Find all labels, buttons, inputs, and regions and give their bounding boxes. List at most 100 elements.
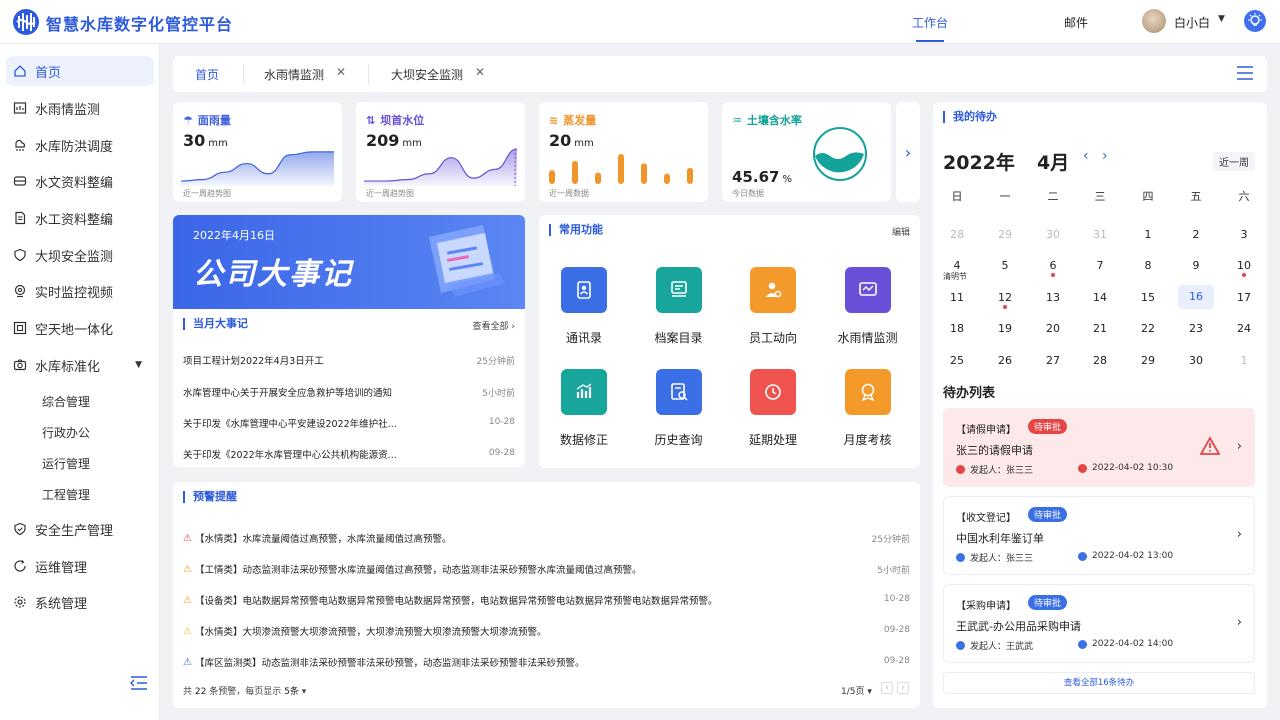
calendar-day[interactable]: 12: [987, 291, 1023, 304]
calendar-day[interactable]: 22: [1130, 322, 1166, 335]
recent-week-button[interactable]: 近一周: [1213, 152, 1255, 171]
calendar-day[interactable]: 8: [1130, 259, 1166, 272]
calendar-day[interactable]: 28: [1082, 354, 1118, 367]
sidebar-item-standardization[interactable]: 水库标准化 ▼: [6, 350, 154, 380]
calendar-day[interactable]: 18: [939, 322, 975, 335]
tab-home[interactable]: 首页: [195, 66, 219, 83]
calendar-day[interactable]: 14: [1082, 291, 1118, 304]
close-icon[interactable]: ✕: [336, 65, 346, 79]
sidebar-item-space-ground[interactable]: 空天地一体化: [6, 313, 154, 343]
calendar-day[interactable]: 30: [1035, 228, 1071, 241]
calendar-day[interactable]: 11: [939, 291, 975, 304]
calendar-day[interactable]: 1: [1130, 228, 1166, 241]
sidebar-item-video[interactable]: 实时监控视频: [6, 276, 154, 306]
function-archive[interactable]: 档案目录: [634, 267, 724, 346]
nav-workbench[interactable]: 工作台: [912, 14, 948, 31]
calendar-day[interactable]: 9: [1178, 259, 1214, 272]
event-item[interactable]: 项目工程计划2022年4月3日开工: [183, 353, 403, 367]
sidebar-item-hydro-data[interactable]: 水文资料整编: [6, 166, 154, 196]
user-name[interactable]: 白小白: [1174, 14, 1210, 31]
calendar-day[interactable]: 21: [1082, 322, 1118, 335]
calendar-day[interactable]: 1: [1226, 354, 1262, 367]
todo-item[interactable]: 【请假申请】 待审批 张三的请假申请 发起人：张三三 2022-04-02 10:30 ›: [943, 408, 1255, 487]
events-view-all-link[interactable]: 查看全部 ›: [473, 319, 515, 332]
calendar-day[interactable]: 17: [1226, 291, 1262, 304]
function-monitor[interactable]: 水雨情监测: [823, 267, 913, 346]
chevron-right-icon[interactable]: ›: [1102, 148, 1108, 164]
tab-dam-safety[interactable]: 大坝安全监测: [391, 66, 463, 83]
function-chart[interactable]: 数据修正: [539, 369, 629, 448]
page-size-select[interactable]: 5条: [284, 687, 299, 697]
event-item[interactable]: 关于印发《水库管理中心平安建设2022年维护社...: [183, 416, 403, 430]
calendar-day[interactable]: 31: [1082, 228, 1118, 241]
calendar-day[interactable]: 24: [1226, 322, 1262, 335]
todo-item[interactable]: 【采购申请】 待审批 王武武-办公用品采购申请 发起人：王武武 2022-04-02 1…: [943, 584, 1255, 663]
prev-page-button[interactable]: ‹: [881, 682, 893, 694]
kpi-card-evaporation[interactable]: ≋ 蒸发量 20 mm 近一周数据: [539, 102, 708, 202]
nav-mail[interactable]: 邮件: [1064, 14, 1088, 31]
event-item[interactable]: 水库管理中心关于开展安全应急救护等培训的通知: [183, 385, 403, 399]
menu-icon[interactable]: [1237, 66, 1253, 83]
function-contacts[interactable]: 通讯录: [539, 267, 629, 346]
warning-row[interactable]: ⚠ 【设备类】 电站数据异常预警电站数据异常预警电站数据异常预警，电站数据异常预警电…: [183, 593, 843, 608]
calendar-day[interactable]: 2: [1178, 228, 1214, 241]
chevron-right-icon[interactable]: ›: [1237, 439, 1242, 454]
sidebar-item-flood-dispatch[interactable]: 水库防洪调度: [6, 130, 154, 160]
sidebar-item-production-safety[interactable]: 安全生产管理: [6, 514, 154, 544]
chevron-left-icon[interactable]: ‹: [1083, 148, 1089, 164]
view-all-todos-button[interactable]: 查看全部16条待办: [943, 672, 1255, 694]
calendar-day[interactable]: 29: [987, 228, 1023, 241]
kpi-card-water-level[interactable]: ⇅ 坝首水位 209 mm 近一周趋势图: [356, 102, 525, 202]
function-staff[interactable]: 员工动向: [728, 267, 818, 346]
collapse-sidebar-icon[interactable]: [130, 675, 148, 694]
kpi-card-rainfall[interactable]: ☂ 面雨量 30 mm 近一周趋势图: [173, 102, 342, 202]
sidebar-item-system[interactable]: 系统管理: [6, 587, 154, 617]
calendar-day[interactable]: 5: [987, 259, 1023, 272]
calendar-day[interactable]: 30: [1178, 354, 1214, 367]
function-history[interactable]: 历史查询: [634, 369, 724, 448]
event-item[interactable]: 关于印发《2022年水库管理中心公共机构能源资...: [183, 447, 403, 461]
function-clock[interactable]: 延期处理: [728, 369, 818, 448]
next-page-button[interactable]: ›: [897, 682, 909, 694]
calendar-day[interactable]: 26: [987, 354, 1023, 367]
calendar-day[interactable]: 16: [1178, 285, 1214, 309]
calendar-day[interactable]: 7: [1082, 259, 1118, 272]
warning-row[interactable]: ⚠ 【水情类】 大坝渗流预警大坝渗流预警，大坝渗流预警大坝渗流预警大坝渗流预警。: [183, 624, 843, 639]
sidebar-item-hydraulic-data[interactable]: 水工资料整编: [6, 203, 154, 233]
calendar-day[interactable]: 3: [1226, 228, 1262, 241]
warning-row[interactable]: ⚠ 【库区监测类】 动态监测非法采砂预警非法采砂预警，动态监测非法采砂预警非法采砂预…: [183, 655, 843, 670]
sidebar-item-maintenance[interactable]: 运维管理: [6, 551, 154, 581]
sidebar-subitem-admin[interactable]: 行政办公: [42, 424, 90, 441]
calendar-day[interactable]: 28: [939, 228, 975, 241]
chevron-right-icon[interactable]: ›: [1237, 527, 1242, 542]
calendar-day[interactable]: 15: [1130, 291, 1166, 304]
theme-bulb-icon[interactable]: [1244, 10, 1266, 32]
calendar-day[interactable]: 13: [1035, 291, 1071, 304]
todo-item[interactable]: 【收文登记】 待审批 中国水利年鉴订单 发起人：张三三 2022-04-02 13:00…: [943, 496, 1255, 575]
calendar-day[interactable]: 10: [1226, 259, 1262, 272]
sidebar-item-dam-safety[interactable]: 大坝安全监测: [6, 240, 154, 270]
close-icon[interactable]: ✕: [475, 65, 485, 79]
calendar-day[interactable]: 29: [1130, 354, 1166, 367]
warning-row[interactable]: ⚠ 【水情类】 水库流量阈值过高预警，水库流量阈值过高预警。: [183, 531, 843, 546]
sidebar-item-home[interactable]: 首页: [6, 56, 154, 86]
chevron-right-icon[interactable]: ›: [896, 102, 920, 202]
kpi-card-soil-moisture[interactable]: ♒ 土壤含水率 45.67% 今日数据: [722, 102, 891, 202]
chevron-right-icon[interactable]: ›: [1237, 615, 1242, 630]
sidebar-subitem-engineering[interactable]: 工程管理: [42, 486, 90, 503]
tab-rain-monitor[interactable]: 水雨情监测: [264, 66, 324, 83]
functions-edit-link[interactable]: 编辑: [892, 225, 910, 238]
calendar-day[interactable]: 23: [1178, 322, 1214, 335]
calendar-day[interactable]: 27: [1035, 354, 1071, 367]
sidebar-subitem-operation[interactable]: 运行管理: [42, 455, 90, 472]
avatar[interactable]: [1142, 9, 1166, 33]
sidebar-subitem-general[interactable]: 综合管理: [42, 393, 90, 410]
calendar-day[interactable]: 6: [1035, 259, 1071, 272]
calendar-day[interactable]: 19: [987, 322, 1023, 335]
calendar-day[interactable]: 25: [939, 354, 975, 367]
warning-row[interactable]: ⚠ 【工情类】 动态监测非法采砂预警水库流量阈值过高预警，动态监测非法采砂预警水库流…: [183, 562, 843, 577]
chevron-down-icon[interactable]: ▼: [1218, 14, 1225, 24]
sidebar-item-rain-monitor[interactable]: 水雨情监测: [6, 93, 154, 123]
function-medal[interactable]: 月度考核: [823, 369, 913, 448]
calendar-day[interactable]: 20: [1035, 322, 1071, 335]
